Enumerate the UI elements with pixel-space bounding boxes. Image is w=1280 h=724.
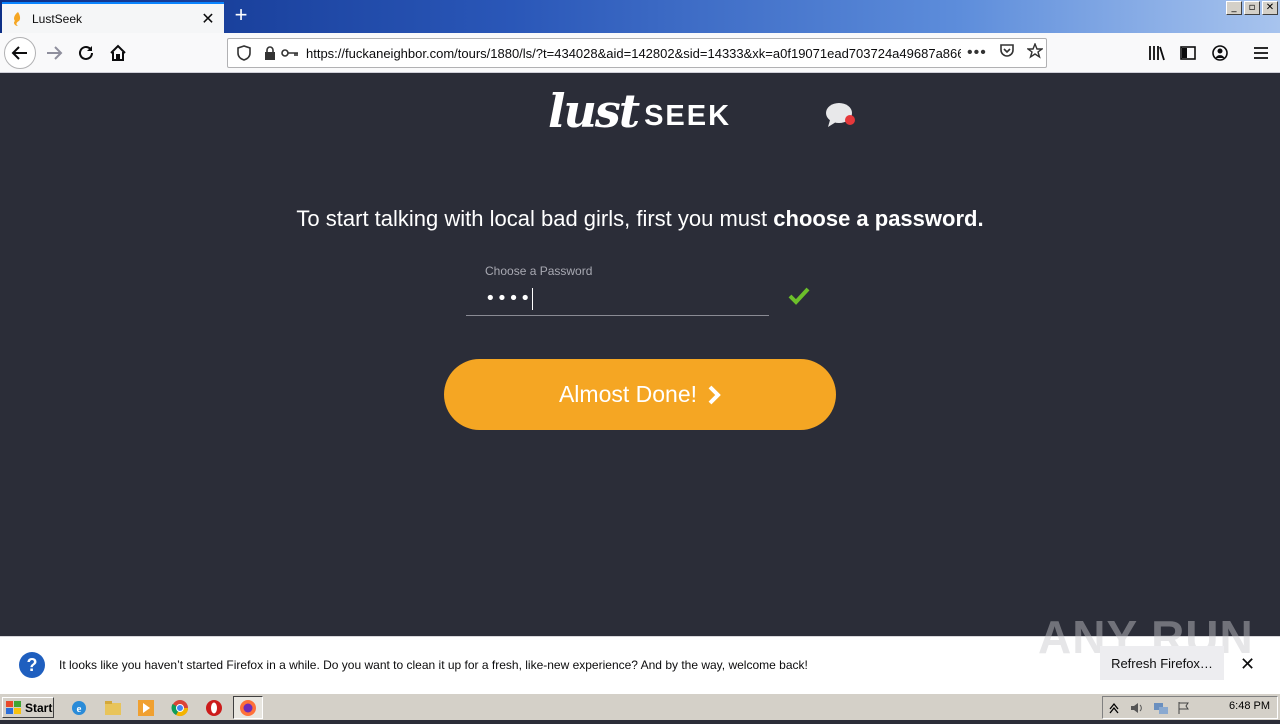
account-button[interactable]	[1209, 42, 1231, 64]
key-icon[interactable]	[280, 43, 300, 63]
chrome-taskbar-icon[interactable]	[170, 698, 190, 718]
chevron-right-icon	[707, 384, 721, 406]
arrow-right-icon	[47, 46, 63, 60]
windows-logo-icon	[6, 700, 21, 714]
home-button[interactable]	[102, 37, 134, 69]
site-favicon-icon	[10, 11, 24, 26]
headline-bold: choose a password.	[773, 206, 984, 231]
start-button[interactable]: Start	[2, 697, 54, 718]
logo-seek-text: SEEK	[644, 100, 732, 132]
start-label: Start	[25, 700, 53, 715]
pocket-icon[interactable]	[999, 43, 1015, 64]
refresh-firefox-button[interactable]: Refresh Firefox…	[1100, 646, 1224, 680]
reload-icon	[79, 45, 93, 60]
headline-plain: To start talking with local bad girls, f…	[296, 206, 774, 231]
tab-lustseek[interactable]: LustSeek ✕	[2, 2, 224, 33]
forward-button[interactable]	[38, 37, 70, 69]
menu-button[interactable]	[1250, 42, 1272, 64]
tray-expand-icon[interactable]	[1109, 702, 1119, 714]
tab-title: LustSeek	[32, 11, 83, 26]
chat-bubble-icon[interactable]	[824, 100, 858, 130]
firefox-icon	[240, 700, 256, 716]
notification-message: It looks like you haven’t started Firefo…	[59, 658, 808, 672]
reload-button[interactable]	[70, 37, 102, 69]
minimize-button[interactable]: _	[1226, 1, 1242, 15]
ie-taskbar-icon[interactable]: e	[69, 698, 89, 718]
bookmark-star-icon[interactable]	[1025, 41, 1044, 64]
lustseek-logo[interactable]: lust SEEK	[548, 84, 731, 134]
library-icon	[1149, 46, 1165, 61]
notification-close-icon[interactable]: ✕	[1240, 654, 1255, 675]
restore-button[interactable]: ▫	[1244, 1, 1260, 15]
sidebar-button[interactable]	[1177, 42, 1199, 64]
checkmark-icon	[788, 287, 810, 305]
back-button[interactable]	[4, 37, 36, 69]
arrow-left-icon	[11, 46, 27, 60]
url-text[interactable]: https://fuckaneighbor.com/tours/1880/ls/…	[306, 46, 961, 61]
lock-icon[interactable]	[260, 43, 280, 63]
tab-strip: LustSeek ✕ + _ ▫ ✕	[0, 0, 1280, 33]
shield-icon[interactable]	[234, 43, 254, 63]
svg-text:?: ?	[27, 655, 38, 675]
password-label: Choose a Password	[485, 264, 593, 278]
hamburger-menu-icon	[1254, 47, 1268, 59]
opera-taskbar-icon[interactable]	[204, 698, 224, 718]
almost-done-button[interactable]: Almost Done!	[444, 359, 836, 430]
page-content: lust SEEK To start talking with local ba…	[0, 74, 1280, 636]
question-icon: ?	[19, 652, 45, 678]
action-center-flag-icon[interactable]	[1177, 701, 1191, 715]
text-caret	[532, 287, 534, 310]
almost-done-label: Almost Done!	[558, 381, 698, 407]
explorer-taskbar-icon[interactable]	[103, 698, 123, 718]
media-player-taskbar-icon[interactable]	[136, 698, 156, 718]
home-icon	[110, 44, 126, 61]
page-actions-menu-icon[interactable]: •••	[967, 44, 987, 62]
logo-lust-text: lust	[548, 84, 640, 138]
password-value: ••••	[485, 288, 532, 309]
headline: To start talking with local bad girls, f…	[0, 206, 1280, 232]
url-bar[interactable]: https://fuckaneighbor.com/tours/1880/ls/…	[227, 38, 1047, 68]
new-tab-button[interactable]: +	[230, 4, 252, 28]
sidebar-icon	[1180, 46, 1196, 60]
window-controls: _ ▫ ✕	[1226, 1, 1278, 15]
library-button[interactable]	[1146, 42, 1168, 64]
volume-icon[interactable]	[1129, 701, 1145, 715]
navigation-toolbar: https://fuckaneighbor.com/tours/1880/ls/…	[0, 33, 1280, 73]
svg-text:e: e	[77, 703, 82, 715]
windows-taskbar: Start e 6:48 PM	[0, 693, 1280, 720]
account-icon	[1212, 45, 1228, 61]
tab-close-icon[interactable]: ✕	[200, 9, 216, 29]
close-window-button[interactable]: ✕	[1262, 1, 1278, 15]
taskbar-clock[interactable]: 6:48 PM	[1229, 700, 1270, 712]
password-field[interactable]: ••••	[466, 282, 769, 316]
network-icon[interactable]	[1153, 701, 1169, 715]
firefox-taskbar-button[interactable]	[233, 696, 263, 719]
